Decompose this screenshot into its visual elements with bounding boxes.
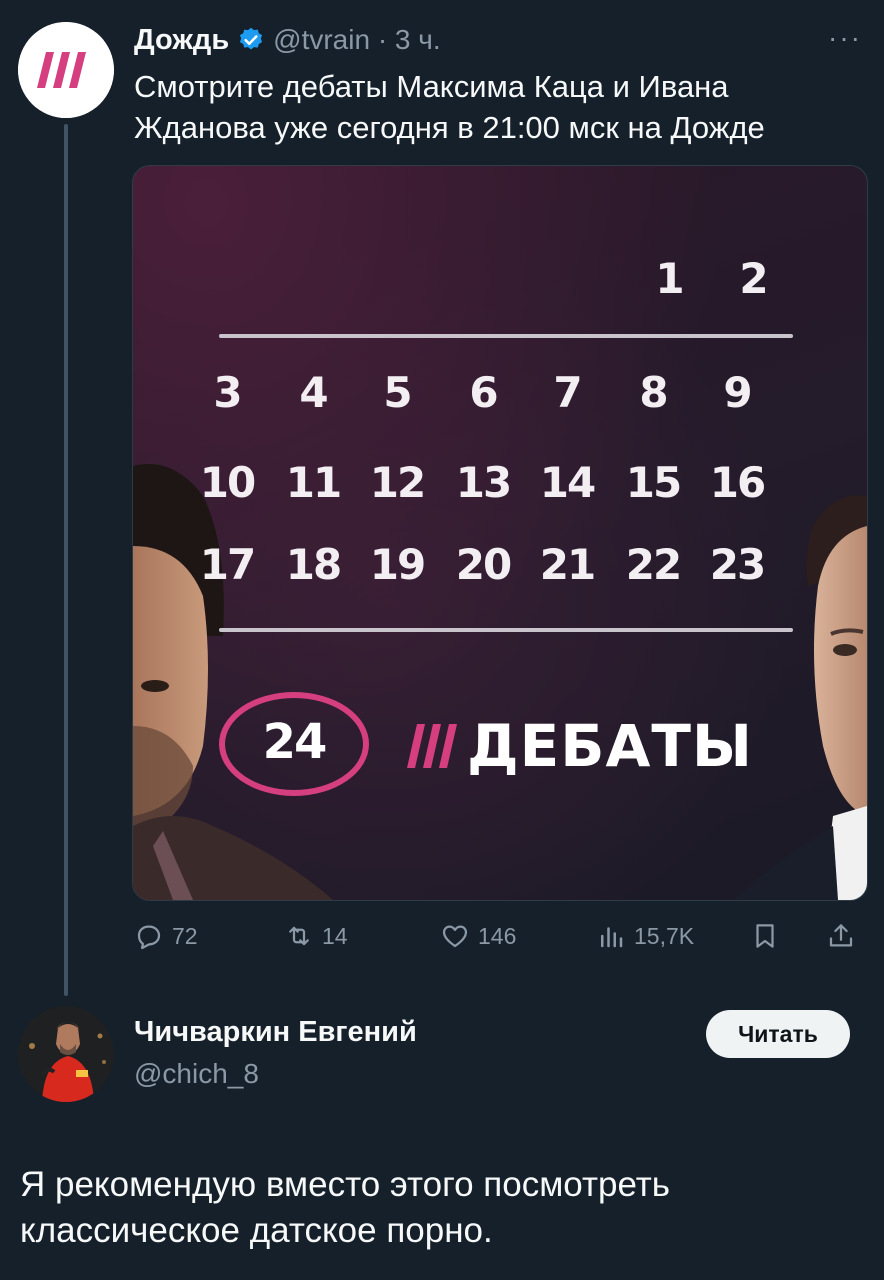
calendar-day: 22 — [625, 540, 682, 589]
calendar-day: 21 — [539, 540, 596, 589]
reply-author-name[interactable]: Чичваркин Евгений — [134, 1016, 417, 1049]
calendar-day: 5 — [383, 368, 412, 417]
retweet-button[interactable]: 14 — [284, 918, 348, 954]
tweet-media-image[interactable]: 1 2 3 4 5 6 7 8 9 10 11 12 13 14 15 16 1… — [132, 165, 868, 901]
calendar-day: 16 — [709, 458, 766, 507]
calendar-day: 11 — [285, 458, 342, 507]
tvrain-logo-icon — [18, 22, 114, 118]
share-button[interactable] — [826, 918, 864, 954]
calendar-day: 3 — [213, 368, 242, 417]
calendar-day: 13 — [455, 458, 512, 507]
calendar-day: 23 — [709, 540, 766, 589]
like-button[interactable]: 146 — [440, 918, 516, 954]
more-options-icon[interactable]: ··· — [828, 22, 862, 54]
author-name[interactable]: Дождь — [134, 24, 229, 57]
calendar-day: 1 — [655, 254, 684, 303]
calendar-day: 20 — [455, 540, 512, 589]
tweet-header: Дождь @tvrain · 3 ч. — [134, 20, 441, 60]
view-count: 15,7K — [634, 922, 695, 949]
bookmark-button[interactable] — [750, 918, 788, 954]
retweet-icon — [289, 926, 309, 946]
calendar-day: 14 — [539, 458, 596, 507]
calendar-divider — [219, 334, 793, 338]
verified-badge-icon — [237, 26, 265, 54]
calendar-day: 17 — [199, 540, 256, 589]
reply-button[interactable]: 72 — [134, 918, 198, 954]
tvrain-avatar[interactable] — [18, 22, 114, 118]
reply-count: 72 — [172, 922, 198, 949]
author-handle-and-time[interactable]: @tvrain · 3 ч. — [273, 24, 441, 56]
follow-button[interactable]: Читать — [706, 1010, 850, 1058]
calendar-day: 9 — [723, 368, 752, 417]
chichvarkin-avatar[interactable] — [18, 1006, 114, 1102]
calendar-day: 4 — [299, 368, 328, 417]
calendar-day: 6 — [469, 368, 498, 417]
calendar-day: 10 — [199, 458, 256, 507]
calendar-day: 7 — [553, 368, 582, 417]
analytics-icon — [601, 927, 623, 948]
reply-text: Я рекомендую вместо этого посмотреть кла… — [20, 1165, 671, 1250]
calendar-day: 15 — [625, 458, 682, 507]
calendar-day: 18 — [285, 540, 342, 589]
like-count: 146 — [478, 922, 517, 949]
user-photo — [18, 1006, 114, 1102]
debates-title: ДЕБАТЫ — [467, 712, 754, 780]
calendar-day: 12 — [369, 458, 426, 507]
reply-author-handle[interactable]: @chich_8 — [134, 1058, 259, 1090]
bookmark-icon — [756, 924, 774, 948]
tvrain-slashes-icon — [407, 724, 457, 768]
tweet-text: Смотрите дебаты Максима Каца и Ивана Жда… — [134, 69, 765, 145]
share-icon — [829, 924, 853, 947]
calendar-day: 8 — [639, 368, 668, 417]
calendar-day: 2 — [739, 254, 768, 303]
heart-icon — [442, 925, 468, 948]
reply-icon — [137, 925, 161, 950]
thread-connector-line — [64, 124, 68, 996]
calendar-divider — [219, 628, 793, 632]
views-button[interactable]: 15,7K — [596, 918, 694, 954]
calendar-day: 19 — [369, 540, 426, 589]
highlight-day: 24 — [262, 714, 328, 770]
retweet-count: 14 — [322, 922, 348, 949]
